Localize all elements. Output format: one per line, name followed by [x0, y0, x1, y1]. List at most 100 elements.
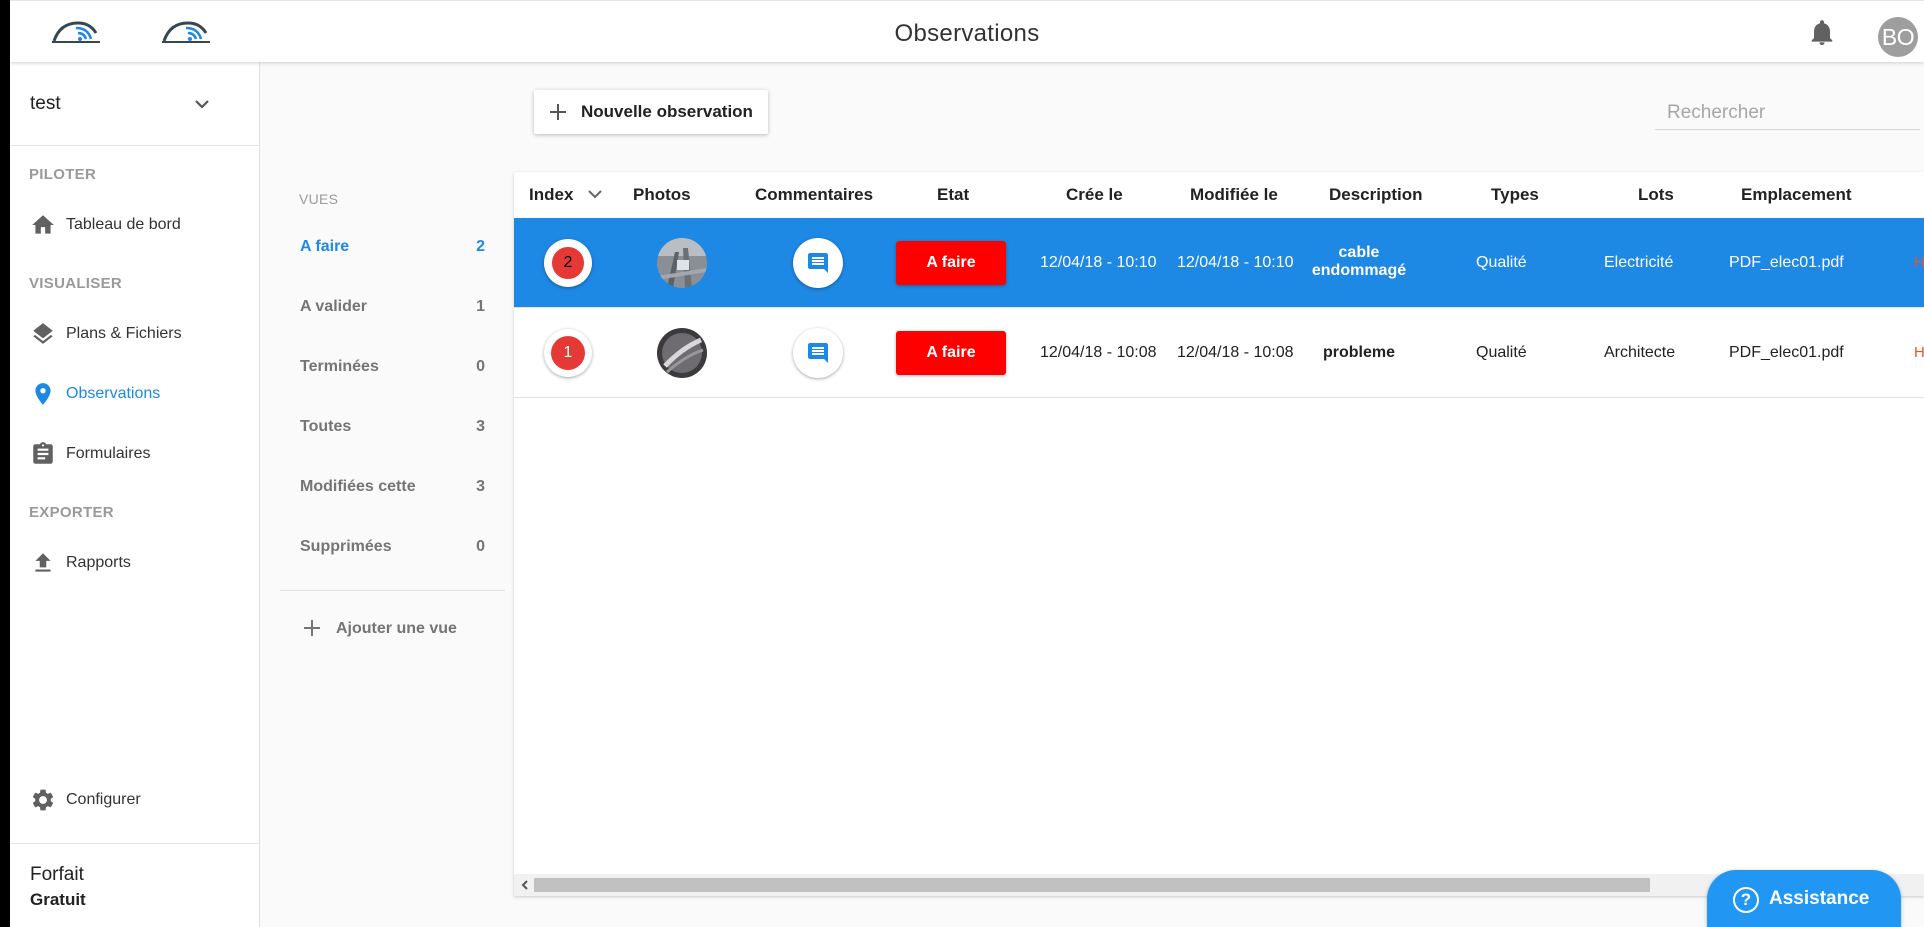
view-item-a-faire[interactable]: A faire 2	[280, 225, 505, 269]
column-header-lots[interactable]: Lots	[1638, 185, 1674, 205]
chevron-down-icon[interactable]	[584, 183, 606, 205]
view-count: 2	[476, 238, 485, 255]
divider	[280, 590, 505, 591]
location: PDF_elec01.pdf	[1729, 344, 1844, 361]
project-name: test	[30, 93, 61, 114]
top-bar: Observations BO	[10, 0, 1924, 62]
project-selector[interactable]: test	[10, 62, 260, 146]
plan-info: Forfait Gratuit	[10, 843, 260, 927]
photo-image	[657, 238, 707, 288]
add-view-button[interactable]: Ajouter une vue	[290, 610, 490, 646]
view-count: 1	[476, 298, 485, 315]
avatar[interactable]: BO	[1878, 17, 1918, 57]
column-header-modified[interactable]: Modifiée le	[1190, 185, 1278, 205]
column-header-state[interactable]: Etat	[937, 185, 969, 205]
description-line: cable	[1338, 244, 1380, 261]
column-header-photos[interactable]: Photos	[633, 185, 691, 205]
layers-icon	[33, 323, 53, 344]
created-date: 12/04/18 - 10:08	[1040, 344, 1157, 361]
location: PDF_elec01.pdf	[1729, 254, 1844, 271]
view-label: Toutes	[300, 418, 352, 435]
comment-button[interactable]	[793, 328, 843, 378]
help-icon: ?	[1733, 887, 1759, 913]
gear-icon	[32, 789, 54, 811]
state-button[interactable]: A faire	[896, 241, 1006, 285]
column-header-location[interactable]: Emplacement	[1741, 185, 1852, 205]
modified-date: 12/04/18 - 10:08	[1177, 344, 1294, 361]
search-input[interactable]	[1655, 96, 1920, 130]
description: probleme	[1304, 344, 1414, 362]
view-label: Modifiées cette	[300, 478, 416, 495]
description: cable endommagé	[1304, 244, 1414, 280]
sidebar-item-reports[interactable]: Rapports	[10, 540, 260, 586]
plan-value: Gratuit	[30, 890, 86, 909]
view-count: 0	[476, 538, 485, 555]
column-header-index[interactable]: Index	[529, 185, 573, 205]
view-count: 3	[476, 478, 485, 495]
assistance-button[interactable]: ? Assistance	[1707, 870, 1901, 927]
sidebar-item-label: Rapports	[66, 554, 131, 571]
comment-icon	[808, 343, 828, 363]
observations-table: Index Photos Commentaires Etat Crée le M…	[514, 172, 1924, 896]
view-count: 0	[476, 358, 485, 375]
photo-image	[657, 328, 707, 378]
sidebar: test PILOTER Tableau de bord VISUALISER …	[10, 62, 260, 927]
sidebar-item-label: Plans & Fichiers	[66, 325, 182, 342]
view-count: 3	[476, 418, 485, 435]
new-observation-label: Nouvelle observation	[581, 102, 753, 121]
plus-icon	[304, 620, 320, 636]
modified-date: 12/04/18 - 10:10	[1177, 254, 1294, 271]
view-item-terminees[interactable]: Terminées 0	[280, 345, 505, 389]
comment-button[interactable]	[793, 238, 843, 288]
configure-label: Configurer	[66, 791, 141, 808]
plan-label: Forfait	[30, 864, 84, 885]
sidebar-item-dashboard[interactable]: Tableau de bord	[10, 202, 260, 248]
table-row[interactable]: 1 A faire 12/04/18 - 10:08 12/04/18 - 10…	[514, 308, 1924, 398]
view-item-a-valider[interactable]: A valider 1	[280, 285, 505, 329]
truncated-column-text: H	[1914, 344, 1924, 361]
sidebar-item-label: Formulaires	[66, 445, 151, 462]
sidebar-item-label: Tableau de bord	[66, 216, 181, 233]
comment-icon	[808, 253, 828, 273]
column-header-types[interactable]: Types	[1491, 185, 1539, 205]
created-date: 12/04/18 - 10:10	[1040, 254, 1157, 271]
assistance-label: Assistance	[1769, 888, 1870, 909]
add-view-label: Ajouter une vue	[336, 620, 457, 637]
scrollbar-thumb[interactable]	[534, 878, 1650, 892]
sidebar-item-forms[interactable]: Formulaires	[10, 431, 260, 477]
state-button[interactable]: A faire	[896, 331, 1006, 375]
view-label: Supprimées	[300, 538, 392, 555]
sidebar-item-plans[interactable]: Plans & Fichiers	[10, 311, 260, 357]
photo-thumbnail[interactable]	[657, 238, 707, 288]
sidebar-item-configure[interactable]: Configurer	[10, 777, 260, 823]
description-line: endommagé	[1311, 262, 1407, 279]
view-item-supprimees[interactable]: Supprimées 0	[280, 525, 505, 569]
section-label-exporter: EXPORTER	[29, 504, 114, 521]
view-item-modifiees[interactable]: Modifiées cette 3	[280, 465, 505, 509]
view-item-toutes[interactable]: Toutes 3	[280, 405, 505, 449]
upload-icon	[35, 553, 51, 572]
view-label: A faire	[300, 238, 350, 255]
index-badge[interactable]: 1	[544, 329, 592, 377]
photo-thumbnail[interactable]	[657, 328, 707, 378]
sidebar-item-label: Observations	[66, 385, 161, 402]
views-panel: VUES A faire 2 A valider 1 Terminées 0 T…	[280, 62, 505, 762]
section-label-visualiser: VISUALISER	[29, 275, 123, 292]
bell-icon[interactable]	[1810, 20, 1834, 46]
type: Qualité	[1476, 254, 1527, 271]
clipboard-icon	[33, 442, 53, 464]
home-icon	[32, 215, 54, 234]
index-number: 2	[551, 246, 585, 280]
table-row[interactable]: 2 A faire 12/04/18 - 10:10 12/04/18 - 10…	[514, 218, 1924, 308]
section-label-piloter: PILOTER	[29, 166, 97, 183]
new-observation-button[interactable]: Nouvelle observation	[534, 90, 768, 134]
view-label: Terminées	[300, 358, 379, 375]
sidebar-item-observations[interactable]: Observations	[10, 371, 260, 417]
truncated-column-text: H	[1914, 254, 1924, 271]
column-header-created[interactable]: Crée le	[1066, 185, 1123, 205]
column-header-comments[interactable]: Commentaires	[755, 185, 873, 205]
index-badge[interactable]: 2	[544, 239, 592, 287]
column-header-description[interactable]: Description	[1329, 185, 1423, 205]
chevron-left-icon[interactable]	[518, 878, 532, 892]
chevron-down-icon	[195, 100, 209, 109]
